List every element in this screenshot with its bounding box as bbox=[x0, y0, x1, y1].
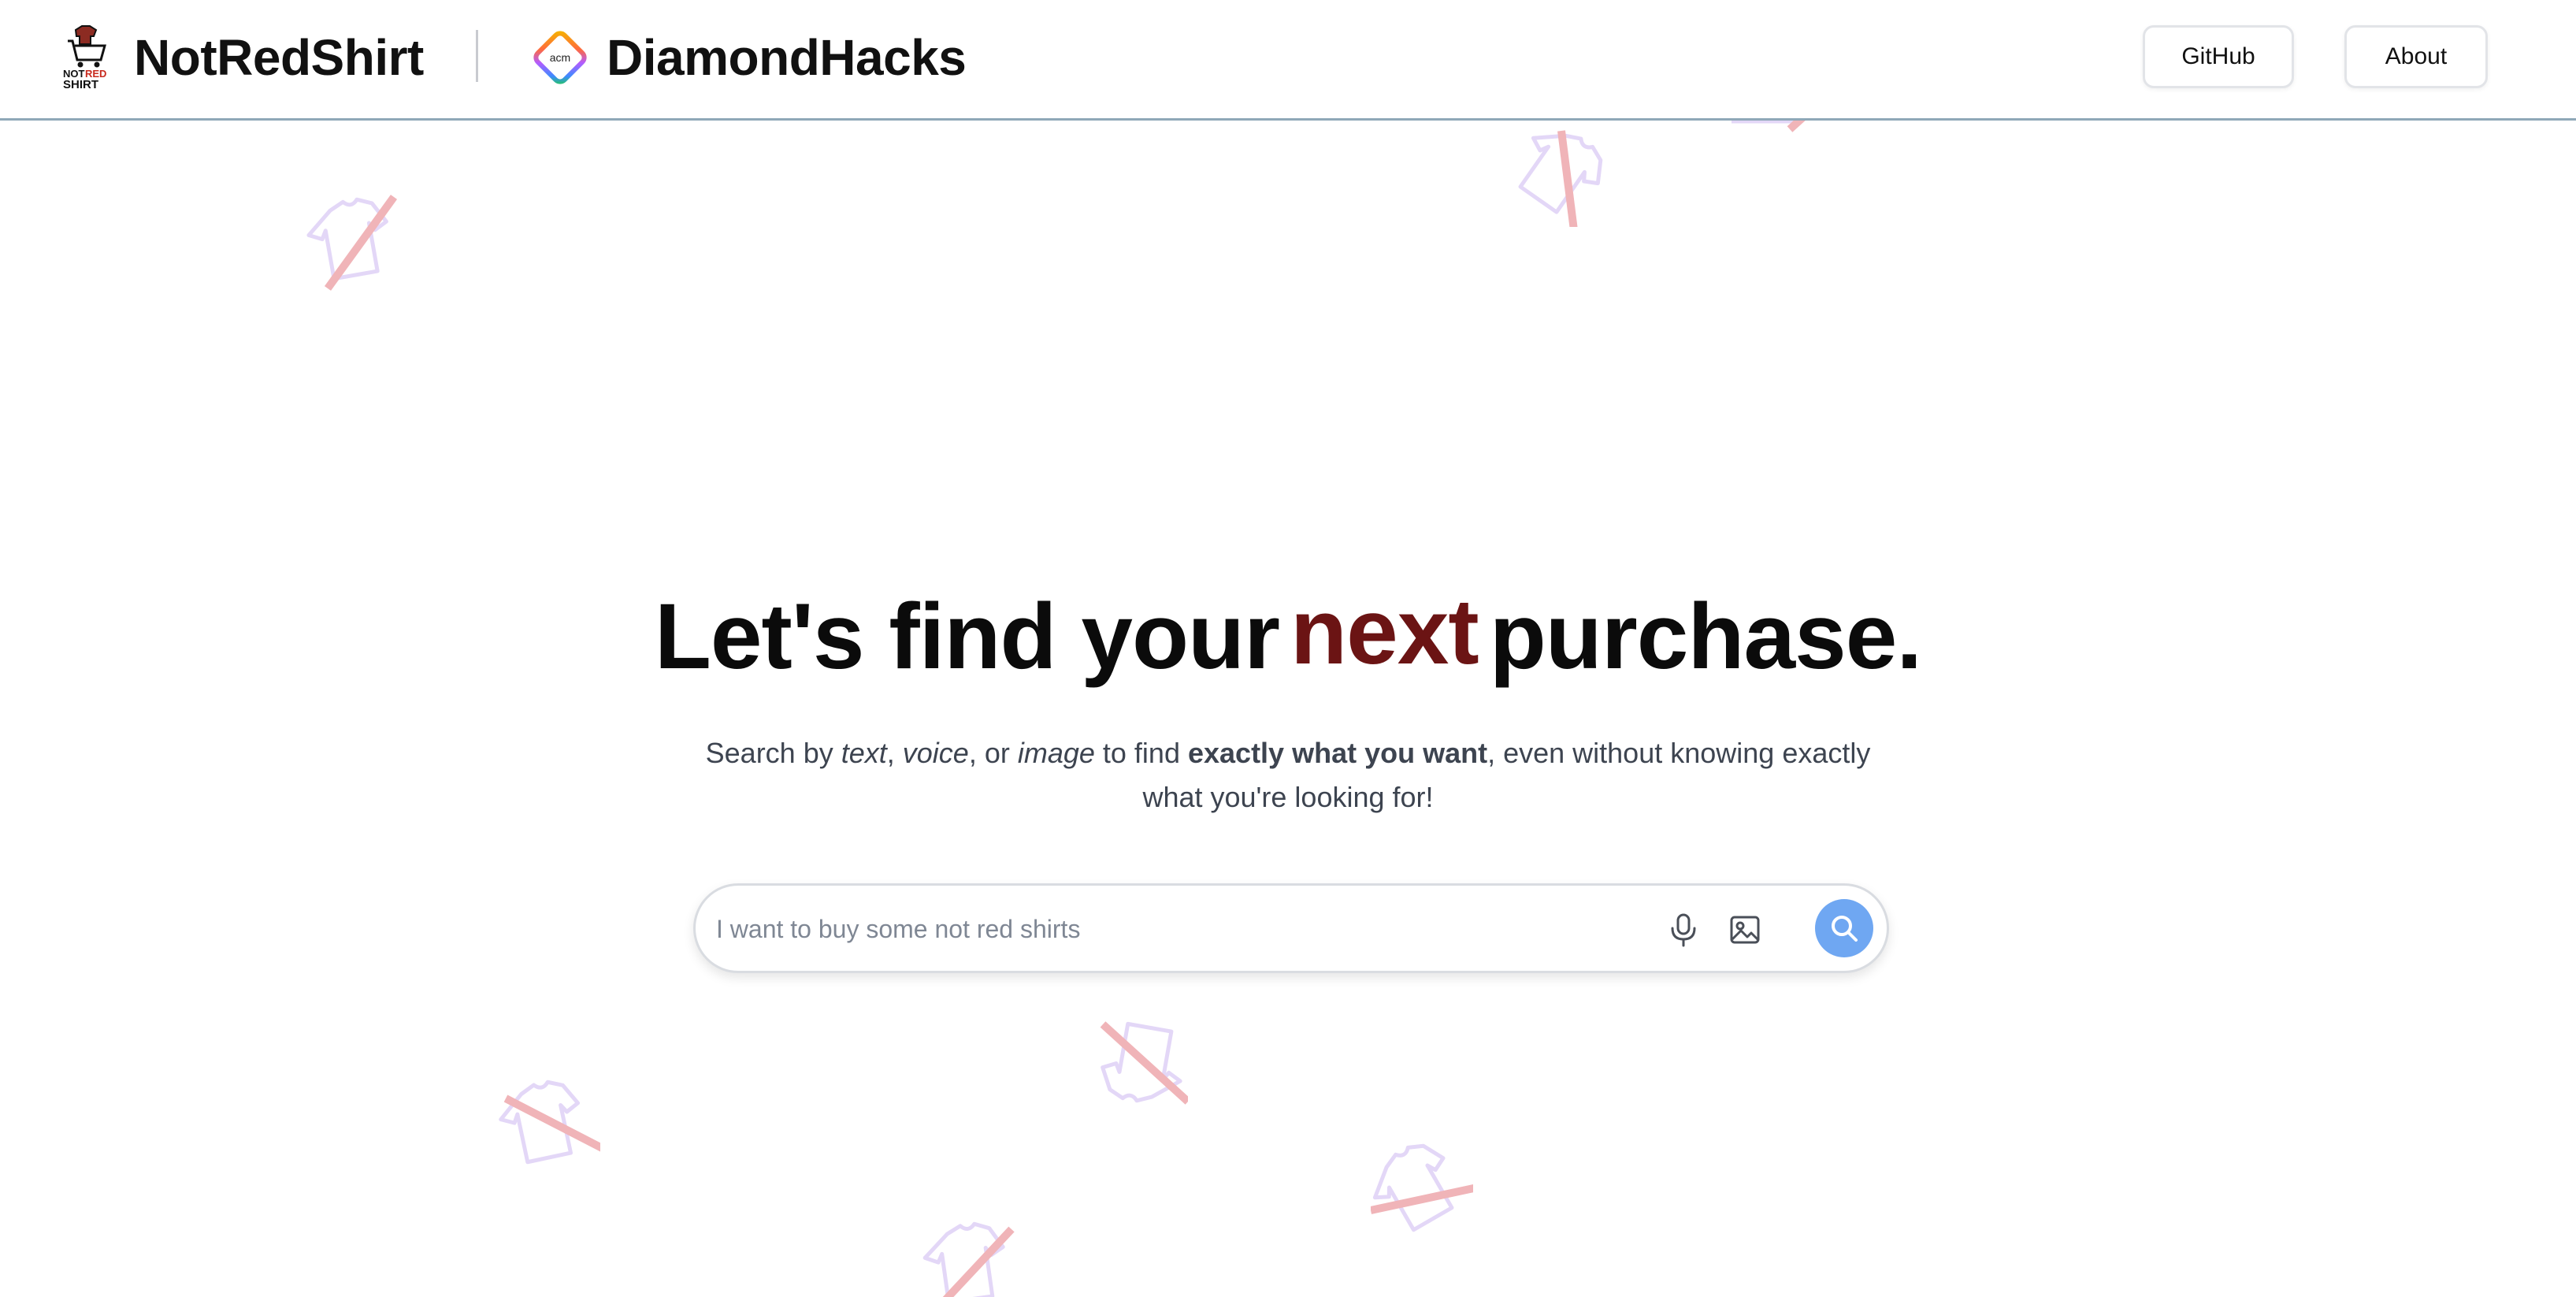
voice-search-button[interactable] bbox=[1661, 908, 1706, 952]
search-icon bbox=[1832, 916, 1858, 942]
subtitle-part: , bbox=[886, 737, 903, 769]
subtitle-keyword-voice: voice bbox=[902, 737, 969, 769]
crossed-out-shirt-icon bbox=[499, 1080, 600, 1165]
microphone-icon bbox=[1671, 913, 1696, 947]
crossed-out-shirt-icon bbox=[1518, 130, 1603, 227]
crossed-out-shirt-icon bbox=[1371, 1143, 1473, 1232]
brand-name: NotRedShirt bbox=[134, 29, 424, 86]
headline-text-end: purchase. bbox=[1489, 585, 1922, 689]
acm-diamond-logo-icon: acm bbox=[528, 25, 592, 90]
brand-home-link[interactable]: NOT RED SHIRT NotRedShirt bbox=[61, 22, 424, 93]
about-button[interactable]: About bbox=[2344, 25, 2488, 88]
search-bar bbox=[693, 883, 1889, 973]
github-button[interactable]: GitHub bbox=[2143, 25, 2294, 88]
notredshirt-logo-icon: NOT RED SHIRT bbox=[61, 24, 110, 91]
subtitle-part: , or bbox=[968, 737, 1018, 769]
crossed-out-shirt-icon bbox=[306, 195, 398, 291]
image-search-button[interactable] bbox=[1723, 908, 1767, 952]
crossed-out-shirt-icon bbox=[1100, 1021, 1188, 1105]
search-input[interactable] bbox=[715, 903, 1624, 955]
acm-logo-text: acm bbox=[550, 51, 570, 64]
headline-accent-word: next bbox=[1290, 580, 1479, 684]
image-icon bbox=[1730, 916, 1760, 944]
subtitle-part: to find bbox=[1094, 737, 1188, 769]
hero-subtitle: Search by text, voice, or image to find … bbox=[697, 731, 1879, 819]
subtitle-part: Search by bbox=[705, 737, 841, 769]
header-divider bbox=[476, 30, 478, 82]
subtitle-keyword-text: text bbox=[841, 737, 887, 769]
crossed-out-shirt-icon bbox=[922, 1221, 1015, 1297]
headline-text-start: Let's find your bbox=[654, 585, 1280, 689]
page: NOT RED SHIRT NotRedShirt acm DiamondHac… bbox=[0, 0, 2576, 1297]
hero-headline: Let's find your next purchase. bbox=[0, 580, 2576, 690]
subtitle-emphasis: exactly what you want bbox=[1187, 737, 1488, 769]
subtitle-keyword-image: image bbox=[1017, 737, 1095, 769]
search-submit-button[interactable] bbox=[1815, 899, 1873, 957]
logo-text-shirt: SHIRT bbox=[63, 78, 98, 91]
partner-name: DiamondHacks bbox=[607, 29, 967, 86]
diamondhacks-link[interactable]: acm DiamondHacks bbox=[528, 25, 967, 90]
top-nav-bar: NOT RED SHIRT NotRedShirt acm DiamondHac… bbox=[0, 0, 2576, 121]
